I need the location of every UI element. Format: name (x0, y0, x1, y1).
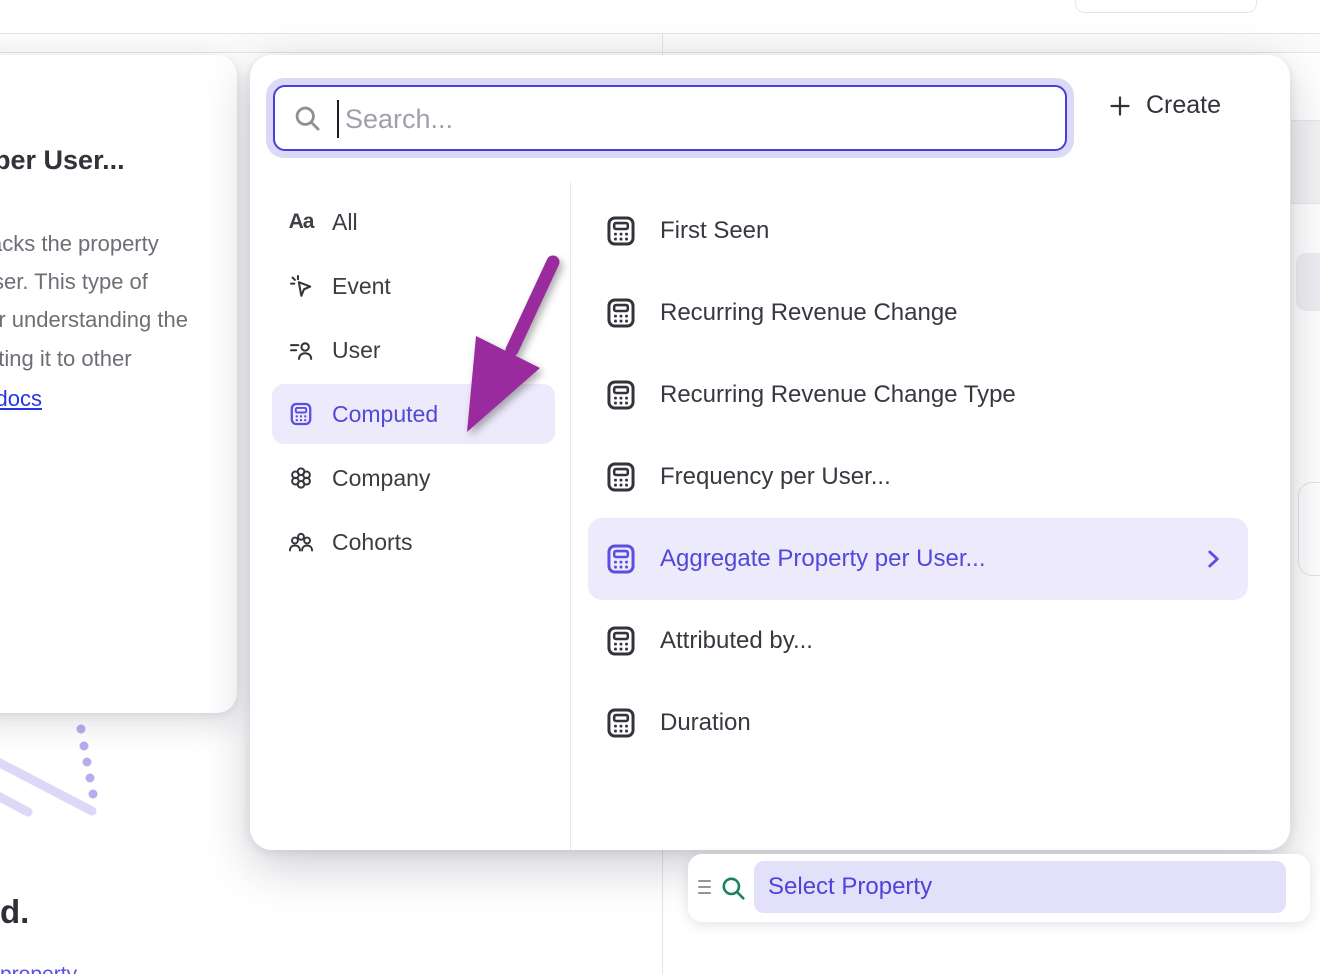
calculator-icon (604, 378, 638, 412)
result-label: Aggregate Property per User... (660, 545, 1200, 573)
letters-icon: Aa (288, 209, 314, 235)
result-label: Duration (660, 709, 1248, 737)
cohorts-people-icon (288, 529, 314, 555)
text-caret (337, 100, 339, 138)
screen: rty per User... acks the property ser. T… (0, 0, 1320, 974)
category-tab-cohorts[interactable]: Cohorts (272, 512, 555, 572)
property-picker-modal: Create Aa All Event (250, 55, 1290, 850)
search-input[interactable] (343, 91, 1047, 147)
category-tab-company[interactable]: Company (272, 448, 555, 508)
category-label: Event (332, 273, 391, 300)
calculator-icon (288, 401, 314, 427)
result-item-frequency-per-user[interactable]: Frequency per User... (588, 436, 1248, 518)
create-button-label: Create (1146, 91, 1221, 120)
result-item-recurring-revenue-change-type[interactable]: Recurring Revenue Change Type (588, 354, 1248, 436)
calculator-icon (604, 460, 638, 494)
user-list-icon (288, 337, 314, 363)
select-property-button[interactable]: Select Property (754, 861, 1286, 913)
calculator-icon (604, 706, 638, 740)
category-label: Computed (332, 401, 438, 428)
result-label: Recurring Revenue Change (660, 299, 1248, 327)
tooltip-body-line: ser. This type of (0, 269, 148, 295)
select-property-label: Select Property (768, 873, 932, 901)
search-field[interactable] (273, 85, 1067, 151)
background-card-fragment-right-1 (1296, 253, 1320, 311)
category-label: User (332, 337, 381, 364)
company-cluster-icon (288, 465, 314, 491)
result-label: Recurring Revenue Change Type (660, 381, 1248, 409)
background-card-fragment-top (1075, 0, 1257, 13)
background-toolbar-band (0, 33, 1320, 53)
tooltip-body-line: for understanding the (0, 307, 188, 333)
clipped-purple-link[interactable]: property (0, 963, 77, 974)
tooltip-title: rty per User... (0, 145, 125, 176)
background-panel-fragment-right (1291, 120, 1320, 204)
plus-icon (1108, 94, 1132, 118)
result-item-attributed-by[interactable]: Attributed by... (588, 600, 1248, 682)
annotation-arrow (440, 240, 590, 450)
result-label: First Seen (660, 217, 1248, 245)
result-label: Frequency per User... (660, 463, 1248, 491)
property-search-icon (720, 875, 746, 901)
category-label: Cohorts (332, 529, 413, 556)
result-item-recurring-revenue-change[interactable]: Recurring Revenue Change (588, 272, 1248, 354)
event-spark-icon (288, 273, 314, 299)
property-selector-row: Select Property (688, 854, 1310, 922)
property-description-tooltip: rty per User... acks the property ser. T… (0, 55, 237, 713)
drag-handle-icon[interactable] (698, 880, 712, 896)
tooltip-body-line: acks the property (0, 231, 159, 257)
calculator-icon (604, 624, 638, 658)
create-button[interactable]: Create (1108, 91, 1221, 120)
result-item-first-seen[interactable]: First Seen (588, 190, 1248, 272)
result-label: Attributed by... (660, 627, 1248, 655)
search-icon (293, 104, 321, 132)
category-label: Company (332, 465, 430, 492)
page-heading-fragment: d. (0, 893, 29, 931)
result-item-duration[interactable]: Duration (588, 682, 1248, 764)
calculator-icon (604, 296, 638, 330)
tooltip-body-line: ating it to other (0, 346, 132, 372)
result-item-aggregate-property-per-user[interactable]: Aggregate Property per User... (588, 518, 1248, 600)
category-label: All (332, 209, 358, 236)
background-card-fragment-right-2 (1298, 482, 1320, 576)
help-docs-link[interactable]: elp docs (0, 386, 42, 412)
chevron-right-icon (1200, 546, 1226, 572)
calculator-icon (604, 542, 638, 576)
search-field-focus-ring (266, 78, 1074, 158)
calculator-icon (604, 214, 638, 248)
